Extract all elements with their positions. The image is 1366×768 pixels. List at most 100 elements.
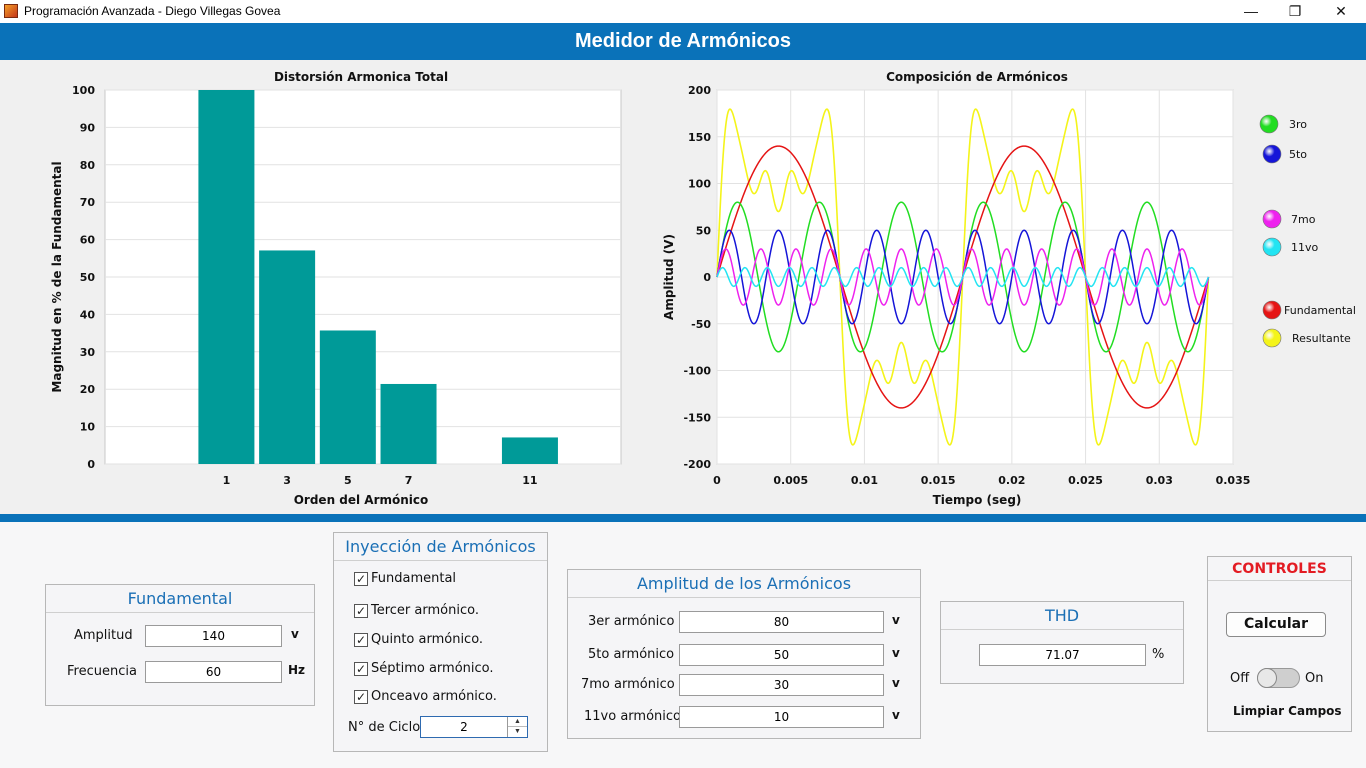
spinner-buttons: ▲ ▼ <box>507 717 527 737</box>
amp-3rd-field[interactable]: 80 <box>679 611 884 633</box>
spin-down-icon[interactable]: ▼ <box>508 727 527 737</box>
checkbox[interactable]: ✓ <box>354 633 368 647</box>
checkbox[interactable]: ✓ <box>354 690 368 704</box>
x-tick-label: 0 <box>713 474 721 487</box>
spin-up-icon[interactable]: ▲ <box>508 717 527 727</box>
check-label: Onceavo armónico. <box>371 689 497 704</box>
y-tick-label: 20 <box>80 383 96 396</box>
amp-5th-field[interactable]: 50 <box>679 644 884 666</box>
legend-lamp-icon <box>1262 300 1282 320</box>
legend-lamp-icon <box>1259 114 1279 134</box>
x-tick-label: 0.03 <box>1146 474 1173 487</box>
y-tick-label: 70 <box>80 196 96 209</box>
check-label: Tercer armónico. <box>371 603 479 618</box>
x-tick-label: 0.035 <box>1216 474 1251 487</box>
harmonic-amplitudes-panel: Amplitud de los Armónicos 3er armónico 8… <box>567 569 921 739</box>
checkbox[interactable]: ✓ <box>354 572 368 586</box>
y-tick-label: 100 <box>72 84 95 97</box>
harmonics-line-chart: Composición de Armónicos -200 -150 -100 -50… <box>662 70 1356 507</box>
legend-lamp-icon <box>1262 328 1282 348</box>
bar-5 <box>319 330 376 464</box>
y-tick-label: 80 <box>80 159 96 172</box>
switch-knob[interactable] <box>1257 668 1277 688</box>
x-tick-label: 1 <box>223 474 231 487</box>
legend-lamp-icon <box>1262 144 1282 164</box>
window-title: Programación Avanzada - Diego Villegas G… <box>24 4 281 18</box>
y-tick-label: 60 <box>80 234 96 247</box>
section-divider <box>0 514 1366 522</box>
minimize-button[interactable]: — <box>1228 0 1274 23</box>
app-header: Medidor de Armónicos <box>0 23 1366 60</box>
y-tick-label: 200 <box>688 84 711 97</box>
amp-unit: v <box>892 708 900 722</box>
legend-label: Resultante <box>1292 332 1351 345</box>
y-tick-label: 90 <box>80 121 96 134</box>
amplitude-label: Amplitud <box>74 628 133 643</box>
switch-off-label: Off <box>1230 671 1250 686</box>
cycles-label: N° de Ciclos <box>348 720 427 735</box>
thd-bar-chart: Distorsión Armonica Total 0 10 20 30 40 50 60 7… <box>50 70 622 507</box>
bar-11 <box>501 437 558 464</box>
amp-7th-field[interactable]: 30 <box>679 674 884 696</box>
plots-area: Distorsión Armonica Total 0 10 20 30 40 50 60 7… <box>0 60 1366 514</box>
frequency-label: Frecuencia <box>67 664 137 679</box>
legend-lamp-icon <box>1262 237 1282 257</box>
bar-chart-xlabel: Orden del Armónico <box>294 493 429 507</box>
thd-panel: THD 71.07 % <box>940 601 1184 684</box>
amp-row-label: 5to armónico <box>588 647 675 662</box>
x-tick-label: 0.01 <box>851 474 878 487</box>
calculate-button[interactable]: Calcular <box>1226 612 1326 637</box>
line-chart-title: Composición de Armónicos <box>886 70 1068 84</box>
y-tick-label: 50 <box>696 224 712 237</box>
switch-on-label: On <box>1305 671 1324 686</box>
checkbox[interactable]: ✓ <box>354 604 368 618</box>
bar-3 <box>259 250 316 464</box>
clear-fields-label: Limpiar Campos <box>1233 704 1342 718</box>
fundamental-panel: Fundamental Amplitud 140 v Frecuencia 60… <box>45 584 315 706</box>
window-title-bar: Programación Avanzada - Diego Villegas G… <box>0 0 1366 23</box>
cycles-value[interactable]: 2 <box>421 717 507 737</box>
y-tick-label: -100 <box>683 365 711 378</box>
x-tick-label: 5 <box>344 474 352 487</box>
check-label: Fundamental <box>371 571 457 586</box>
checkbox[interactable]: ✓ <box>354 662 368 676</box>
bar-chart-title: Distorsión Armonica Total <box>274 70 448 84</box>
amp-row-label: 7mo armónico <box>581 677 675 692</box>
thd-unit: % <box>1152 647 1165 662</box>
check-label: Séptimo armónico. <box>371 661 494 676</box>
amplitude-field[interactable]: 140 <box>145 625 282 647</box>
amplitudes-panel-title: Amplitud de los Armónicos <box>568 570 920 598</box>
thd-field: 71.07 <box>979 644 1146 666</box>
y-tick-label: 0 <box>87 458 95 471</box>
y-tick-label: 150 <box>688 131 711 144</box>
y-tick-label: 50 <box>80 271 96 284</box>
legend-label: 5to <box>1289 148 1307 161</box>
restore-button[interactable]: ❐ <box>1272 0 1318 23</box>
clear-fields-switch[interactable] <box>1257 668 1300 688</box>
thd-panel-title: THD <box>941 602 1183 630</box>
legend-label: 11vo <box>1291 241 1319 254</box>
y-tick-label: 10 <box>80 421 96 434</box>
injection-panel-title: Inyección de Armónicos <box>334 533 547 561</box>
x-tick-label: 0.015 <box>921 474 956 487</box>
amp-row-label: 11vo armónico <box>584 709 681 724</box>
frequency-field[interactable]: 60 <box>145 661 282 683</box>
x-tick-label: 0.02 <box>998 474 1025 487</box>
harmonic-injection-panel: Inyección de Armónicos ✓ Fundamental ✓ T… <box>333 532 548 752</box>
amp-unit: v <box>892 676 900 690</box>
amp-row-label: 3er armónico <box>588 614 675 629</box>
x-tick-label: 0.005 <box>773 474 808 487</box>
controls-area: Fundamental Amplitud 140 v Frecuencia 60… <box>0 522 1366 768</box>
amp-11th-field[interactable]: 10 <box>679 706 884 728</box>
close-button[interactable]: ✕ <box>1318 0 1364 23</box>
bar-chart-ylabel: Magnitud en % de la Fundamental <box>50 161 64 392</box>
x-tick-label: 3 <box>283 474 291 487</box>
legend-label: 7mo <box>1291 213 1316 226</box>
fundamental-panel-title: Fundamental <box>46 585 314 613</box>
line-chart-xlabel: Tiempo (seg) <box>933 493 1022 507</box>
bar-7 <box>380 383 437 464</box>
y-tick-label: 100 <box>688 178 711 191</box>
cycles-spinner[interactable]: 2 ▲ ▼ <box>420 716 528 738</box>
frequency-unit: Hz <box>288 663 306 677</box>
x-tick-label: 7 <box>405 474 413 487</box>
